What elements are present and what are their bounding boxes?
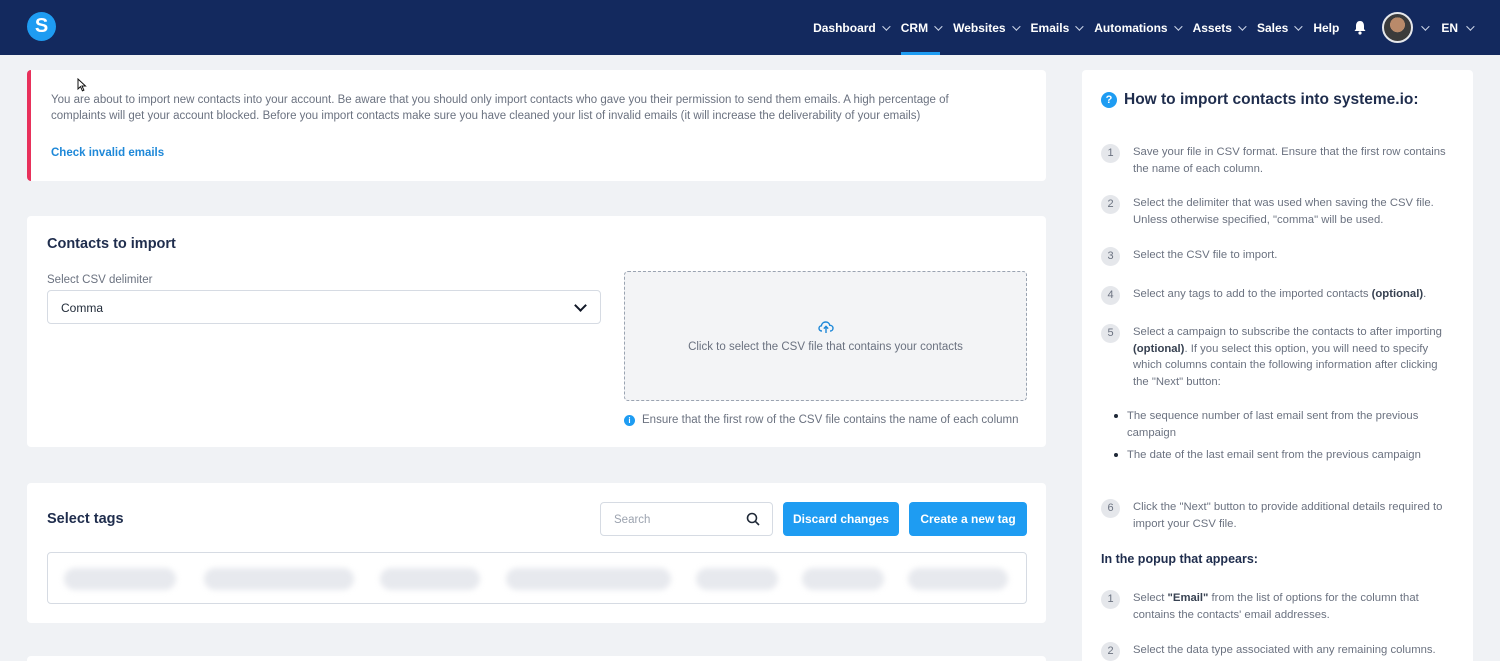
chevron-down-icon	[1173, 21, 1183, 31]
nav-label: Automations	[1094, 20, 1168, 35]
tag-chip[interactable]	[802, 568, 884, 590]
step-number: 4	[1101, 286, 1120, 305]
chevron-down-icon	[1011, 21, 1021, 31]
tag-search-input[interactable]: Search	[600, 502, 773, 536]
step-text-part: .	[1423, 288, 1427, 300]
cloud-upload-icon	[818, 320, 834, 334]
contacts-title: Contacts to import	[47, 236, 176, 252]
nav-label: Emails	[1030, 20, 1070, 35]
step-text: Select any tags to add to the imported c…	[1133, 286, 1455, 303]
nav-label: Sales	[1256, 20, 1289, 35]
delimiter-select[interactable]: Comma	[47, 290, 601, 324]
popup-title: In the popup that appears:	[1101, 552, 1258, 566]
chevron-down-icon	[1294, 21, 1303, 31]
language-selector[interactable]: EN	[1441, 20, 1475, 35]
nav-label: Help	[1313, 20, 1340, 35]
nav-label: CRM	[900, 20, 929, 35]
top-navigation-bar: S Dashboard CRM Websites Emails Automati…	[0, 0, 1500, 55]
chevron-down-icon	[1466, 21, 1475, 31]
tags-title: Select tags	[47, 511, 124, 527]
warning-text: You are about to import new contacts int…	[51, 94, 949, 122]
nav-help[interactable]: Help	[1313, 0, 1339, 55]
check-invalid-emails-link[interactable]: Check invalid emails	[51, 147, 164, 159]
discard-changes-button[interactable]: Discard changes	[783, 502, 899, 536]
step-text: Select the CSV file to import.	[1133, 249, 1278, 261]
guide-header: ? How to import contacts into systeme.io…	[1101, 91, 1419, 109]
language-label: EN	[1441, 20, 1458, 35]
tag-chip[interactable]	[380, 568, 480, 590]
contacts-to-import-card: Contacts to import Select CSV delimiter …	[27, 216, 1046, 447]
user-menu[interactable]	[1382, 12, 1430, 43]
step-number: 2	[1101, 195, 1120, 214]
guide-bullet: The sequence number of last email sent f…	[1114, 408, 1442, 441]
step-number: 1	[1101, 144, 1120, 163]
tags-list	[47, 552, 1027, 604]
csv-dropzone[interactable]: Click to select the CSV file that contai…	[624, 271, 1027, 401]
nav-websites[interactable]: Websites	[953, 0, 1021, 55]
info-icon: i	[624, 414, 635, 426]
step-text-part: Select	[1133, 592, 1168, 604]
main-nav: Dashboard CRM Websites Emails Automation…	[813, 0, 1500, 55]
tag-chip[interactable]	[204, 568, 354, 590]
tag-chip[interactable]	[506, 568, 671, 590]
step-number: 3	[1101, 247, 1120, 266]
import-guide-panel: ? How to import contacts into systeme.io…	[1082, 70, 1473, 661]
chevron-down-icon	[574, 299, 587, 312]
import-warning-card: You are about to import new contacts int…	[27, 70, 1046, 181]
nav-automations[interactable]: Automations	[1094, 0, 1183, 55]
chevron-down-icon	[1421, 21, 1430, 31]
nav-emails[interactable]: Emails	[1030, 0, 1084, 55]
tag-chip[interactable]	[696, 568, 778, 590]
nav-dashboard[interactable]: Dashboard	[813, 0, 891, 55]
nav-crm[interactable]: CRM	[900, 0, 943, 55]
search-placeholder: Search	[614, 514, 651, 526]
question-icon: ?	[1101, 92, 1117, 108]
step-text: Select the data type associated with any…	[1133, 644, 1436, 656]
step-number: 5	[1101, 324, 1120, 343]
tag-chip[interactable]	[64, 568, 176, 590]
optional-label: (optional)	[1133, 342, 1185, 355]
systeme-logo[interactable]: S	[27, 12, 56, 41]
step-text: Select "Email" from the list of options …	[1133, 590, 1455, 623]
delimiter-label: Select CSV delimiter	[47, 274, 153, 286]
email-label: "Email"	[1167, 592, 1209, 604]
chevron-down-icon	[934, 21, 943, 31]
csv-hint: i Ensure that the first row of the CSV f…	[624, 414, 1019, 426]
step-text: Select a campaign to subscribe the conta…	[1133, 324, 1455, 390]
mouse-cursor-icon	[77, 77, 87, 92]
search-icon[interactable]	[746, 512, 760, 526]
delimiter-value: Comma	[61, 301, 104, 315]
step-text: Save your file in CSV format. Ensure tha…	[1133, 146, 1446, 175]
step-number: 2	[1101, 642, 1120, 661]
nav-label: Assets	[1192, 20, 1232, 35]
nav-assets[interactable]: Assets	[1192, 0, 1247, 55]
nav-sales[interactable]: Sales	[1256, 0, 1303, 55]
bell-icon[interactable]	[1352, 20, 1368, 36]
guide-title: How to import contacts into systeme.io:	[1124, 91, 1419, 108]
hint-text: Ensure that the first row of the CSV fil…	[642, 414, 1019, 426]
next-section-card	[27, 656, 1046, 661]
dropzone-text: Click to select the CSV file that contai…	[688, 341, 963, 353]
step-number: 6	[1101, 499, 1120, 518]
chevron-down-icon	[881, 21, 891, 31]
avatar	[1382, 12, 1414, 43]
tag-chip[interactable]	[908, 568, 1008, 590]
guide-bullet: The date of the last email sent from the…	[1114, 447, 1442, 464]
create-tag-button[interactable]: Create a new tag	[909, 502, 1027, 536]
step-number: 1	[1101, 590, 1120, 609]
step-text-part: Select a campaign to subscribe the conta…	[1133, 326, 1442, 338]
step-text: Click the "Next" button to provide addit…	[1133, 501, 1443, 530]
chevron-down-icon	[1238, 21, 1247, 31]
select-tags-card: Select tags Search Discard changes Creat…	[27, 483, 1046, 623]
optional-label: (optional)	[1371, 288, 1424, 300]
step-text-part: Select any tags to add to the imported c…	[1133, 288, 1372, 300]
step-text: Select the delimiter that was used when …	[1133, 197, 1434, 226]
nav-label: Dashboard	[813, 20, 876, 35]
nav-label: Websites	[953, 20, 1006, 35]
chevron-down-icon	[1075, 21, 1084, 31]
